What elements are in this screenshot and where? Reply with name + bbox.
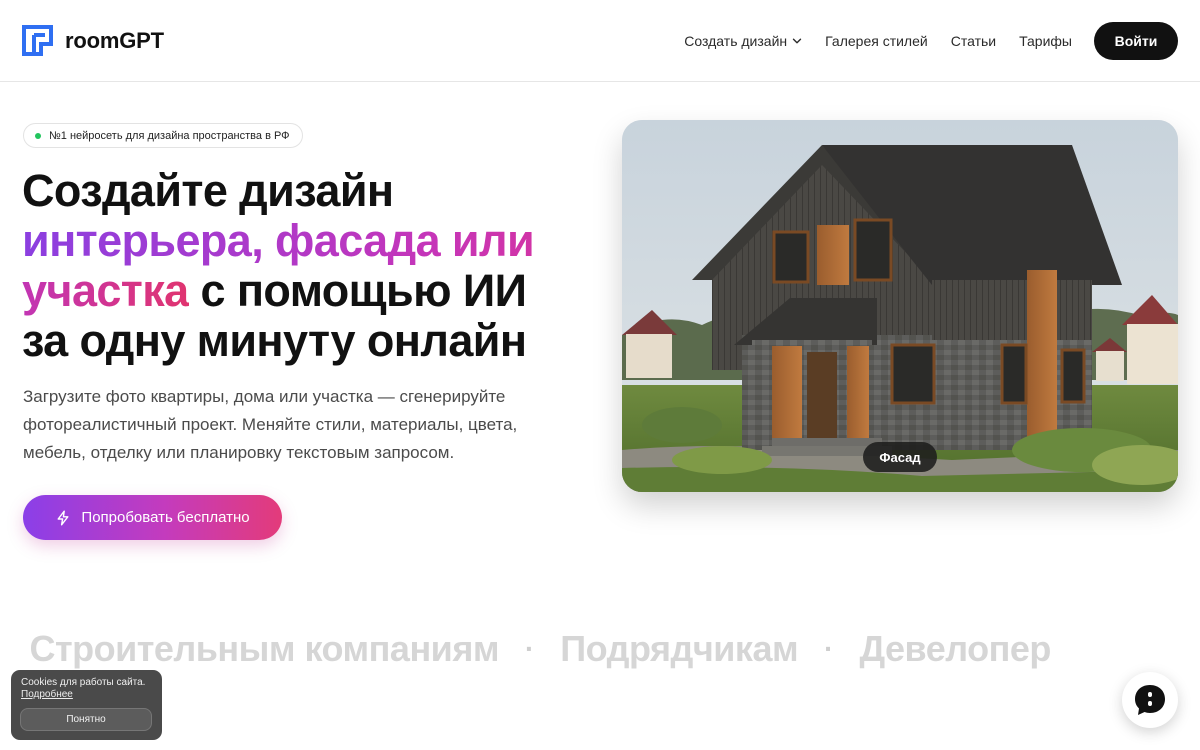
hero-headline: Создайте дизайн интерьера, фасада или уч… bbox=[22, 166, 602, 366]
lightning-icon bbox=[57, 510, 69, 525]
chevron-down-icon bbox=[792, 38, 802, 44]
nav-articles[interactable]: Статьи bbox=[951, 33, 996, 49]
status-dot-icon bbox=[35, 132, 41, 139]
logo[interactable]: roomGPT bbox=[22, 25, 164, 56]
chat-button[interactable] bbox=[1122, 672, 1178, 728]
nav-style-gallery-label: Галерея стилей bbox=[825, 33, 928, 49]
try-free-button-label: Попробовать бесплатно bbox=[81, 509, 250, 526]
cookie-banner: Cookies для работы сайта. Подробнее Поня… bbox=[11, 670, 162, 740]
house-illustration bbox=[622, 120, 1178, 492]
try-free-button[interactable]: Попробовать бесплатно bbox=[23, 495, 282, 540]
marquee-item: Строительным компаниям bbox=[29, 628, 499, 669]
image-category-label: Фасад bbox=[863, 442, 937, 472]
main-nav: Создать дизайн Галерея стилей Статьи Тар… bbox=[684, 0, 1072, 82]
nav-articles-label: Статьи bbox=[950, 33, 997, 49]
subtitle-line-2: фотореалистичный проект. Меняйте стили, … bbox=[23, 415, 518, 434]
login-button[interactable]: Войти bbox=[1094, 22, 1178, 60]
headline-line-3-gradient: участка bbox=[22, 265, 189, 316]
logo-text: roomGPT bbox=[65, 27, 164, 53]
marquee-item: Девелопер bbox=[859, 628, 1051, 669]
headline-line-3-rest: с помощью ИИ bbox=[188, 265, 527, 316]
cookie-more-link[interactable]: Подробнее bbox=[21, 689, 153, 701]
hero-badge-text: №1 нейросеть для дизайна пространства в … bbox=[49, 129, 290, 142]
marquee-item: Подрядчикам bbox=[560, 628, 799, 669]
site-header: roomGPT Создать дизайн Галерея стилей Ст… bbox=[0, 0, 1200, 82]
hero-facade-image bbox=[622, 120, 1178, 492]
headline-line-3: участка с помощью ИИ bbox=[22, 266, 602, 316]
nav-create-design[interactable]: Создать дизайн bbox=[684, 33, 802, 49]
cookie-text: Cookies для работы сайта. bbox=[21, 677, 146, 688]
audience-marquee: м · Строительным компаниям · Подрядчикам… bbox=[0, 628, 1200, 676]
subtitle-line-3: мебель, отделку или планировку текстовым… bbox=[23, 443, 455, 462]
hero-subtitle: Загрузите фото квартиры, дома или участк… bbox=[23, 383, 563, 467]
hero-badge: №1 нейросеть для дизайна пространства в … bbox=[23, 123, 303, 148]
nav-pricing[interactable]: Тарифы bbox=[1019, 33, 1072, 49]
subtitle-line-1: Загрузите фото квартиры, дома или участк… bbox=[23, 387, 506, 406]
cookie-accept-button[interactable]: Понятно bbox=[20, 708, 152, 731]
roomgpt-logo-icon bbox=[22, 25, 53, 56]
nav-pricing-label: Тарифы bbox=[1019, 33, 1072, 49]
nav-style-gallery[interactable]: Галерея стилей bbox=[825, 33, 928, 49]
chat-bubble-icon bbox=[1135, 685, 1165, 715]
marquee-separator: · bbox=[824, 633, 834, 664]
marquee-track: м · Строительным компаниям · Подрядчикам… bbox=[0, 628, 1051, 670]
headline-line-1: Создайте дизайн bbox=[22, 165, 394, 216]
nav-create-design-label: Создать дизайн bbox=[684, 33, 788, 49]
headline-line-2: интерьера, фасада или bbox=[22, 216, 602, 266]
marquee-separator: · bbox=[0, 633, 3, 665]
marquee-separator: · bbox=[524, 633, 535, 664]
headline-line-4: за одну минуту онлайн bbox=[22, 315, 527, 366]
